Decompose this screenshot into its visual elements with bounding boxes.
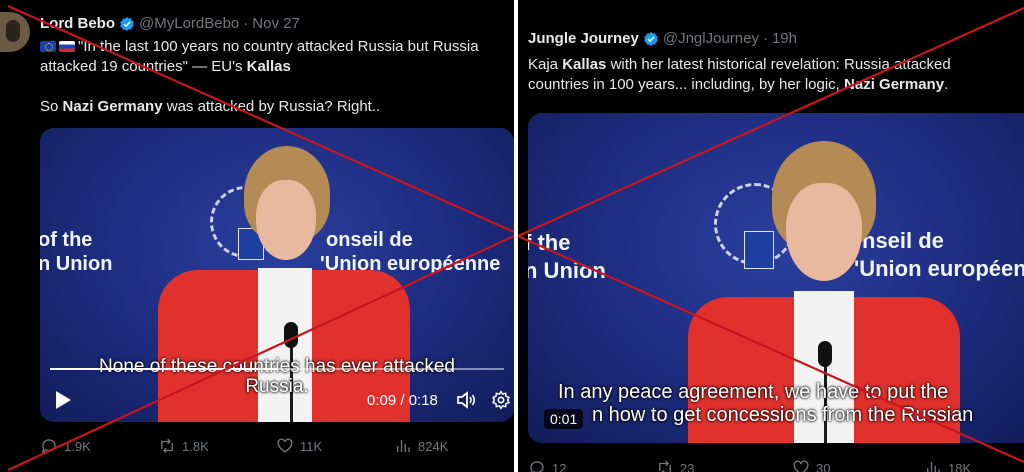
text-segment: was attacked by Russia? Right.. [162,98,381,115]
heart-icon [793,460,809,472]
text-segment: with her latest historical revelation: R… [606,56,951,73]
view-count: 824K [418,438,449,454]
views-chart-icon [397,440,410,452]
repost-count: 1.8K [182,438,209,454]
dot-separator: · [243,15,249,32]
text-bold-segment: Kallas [562,56,607,73]
post-text-line: attacked 19 countries" — EU's Kallas [40,57,510,77]
author-name[interactable]: Lord Bebo [40,15,115,32]
text-bold-segment: Kallas [246,58,291,75]
repost-button[interactable]: 23 [656,459,792,472]
russia-flag-icon [59,41,75,52]
text-bold-segment: Nazi Germany [62,98,163,115]
subtitle-line: None of these countries has ever attacke… [99,356,455,377]
left-post: Lord Bebo @MyLordBebo · Nov 27 "In the l… [0,0,514,472]
views-button[interactable]: 18K [924,459,1014,472]
reply-icon [41,439,56,454]
text-segment: . [944,76,949,93]
author-name[interactable]: Jungle Journey [528,30,639,47]
text-segment: attacked 19 countries" — EU's [40,58,247,75]
play-icon[interactable] [54,390,72,410]
post-text: "In the last 100 years no country attack… [40,37,510,117]
eu-flag-icon [40,41,56,52]
author-handle[interactable]: @MyLordBebo [139,15,239,32]
like-button[interactable]: 30 [792,459,924,472]
reply-button[interactable]: 12 [528,459,656,472]
like-count: 11K [300,438,323,454]
verified-badge-icon [120,16,134,31]
verified-badge-icon [644,31,658,46]
avatar[interactable] [0,12,30,52]
view-count: 18K [948,460,972,472]
subtitle-line: n how to get concessions from the Russia… [592,404,974,426]
text-segment: countries in 100 years... including, by … [528,76,845,93]
video-progress-fill [50,368,277,370]
repost-button[interactable]: 1.8K [158,437,276,455]
text-segment: So [40,98,63,115]
reply-icon [530,461,544,472]
video-progress-bar[interactable] [50,368,504,370]
post-header: Jungle Journey @JnglJourney · 19h [528,30,797,47]
video-time: 0:01 [544,409,584,429]
post-date[interactable]: 19h [772,30,797,47]
reply-button[interactable]: 1.9K [40,437,158,455]
repost-icon [161,438,173,454]
engagement-bar: 1.9K 1.8K 11K 824K [40,437,500,455]
post-text-line: Kaja Kallas with her latest historical r… [528,55,1024,75]
repost-icon [659,460,671,472]
post-date[interactable]: Nov 27 [252,15,300,32]
video-time: 0:09 / 0:18 [367,392,438,409]
video-player[interactable]: of the n Union onseil de 'Union européen… [40,128,514,422]
right-post: Jungle Journey @JnglJourney · 19h Kaja K… [518,0,1024,472]
repost-count: 23 [680,460,695,472]
volume-icon[interactable] [456,390,478,410]
views-button[interactable]: 824K [394,437,494,455]
engagement-bar: 12 23 30 18K [528,459,1024,472]
author-handle[interactable]: @JnglJourney [663,30,759,47]
post-header: Lord Bebo @MyLordBebo · Nov 27 [40,15,300,32]
heart-icon [277,438,293,453]
text-segment: Kaja [528,56,563,73]
post-text-line: countries in 100 years... including, by … [528,75,1024,95]
like-button[interactable]: 11K [276,437,394,455]
quote-text: "In the last 100 years no country attack… [78,38,479,55]
text-bold-segment: Nazi Germany [844,76,945,93]
settings-gear-icon[interactable] [491,390,511,410]
video-player[interactable]: f the n Union nseil de 'Union européenn … [528,113,1024,443]
views-chart-icon [927,462,940,472]
reply-count: 1.9K [64,438,91,454]
dot-separator: · [762,30,768,47]
post-text: Kaja Kallas with her latest historical r… [528,55,1024,95]
post-text-line: "In the last 100 years no country attack… [40,37,510,57]
subtitle-line: Russia. [245,376,309,397]
reply-count: 12 [552,460,567,472]
subtitle-line: In any peace agreement, we have to put t… [558,381,949,403]
post-text-line: So Nazi Germany was attacked by Russia? … [40,97,510,117]
like-count: 30 [816,460,831,472]
